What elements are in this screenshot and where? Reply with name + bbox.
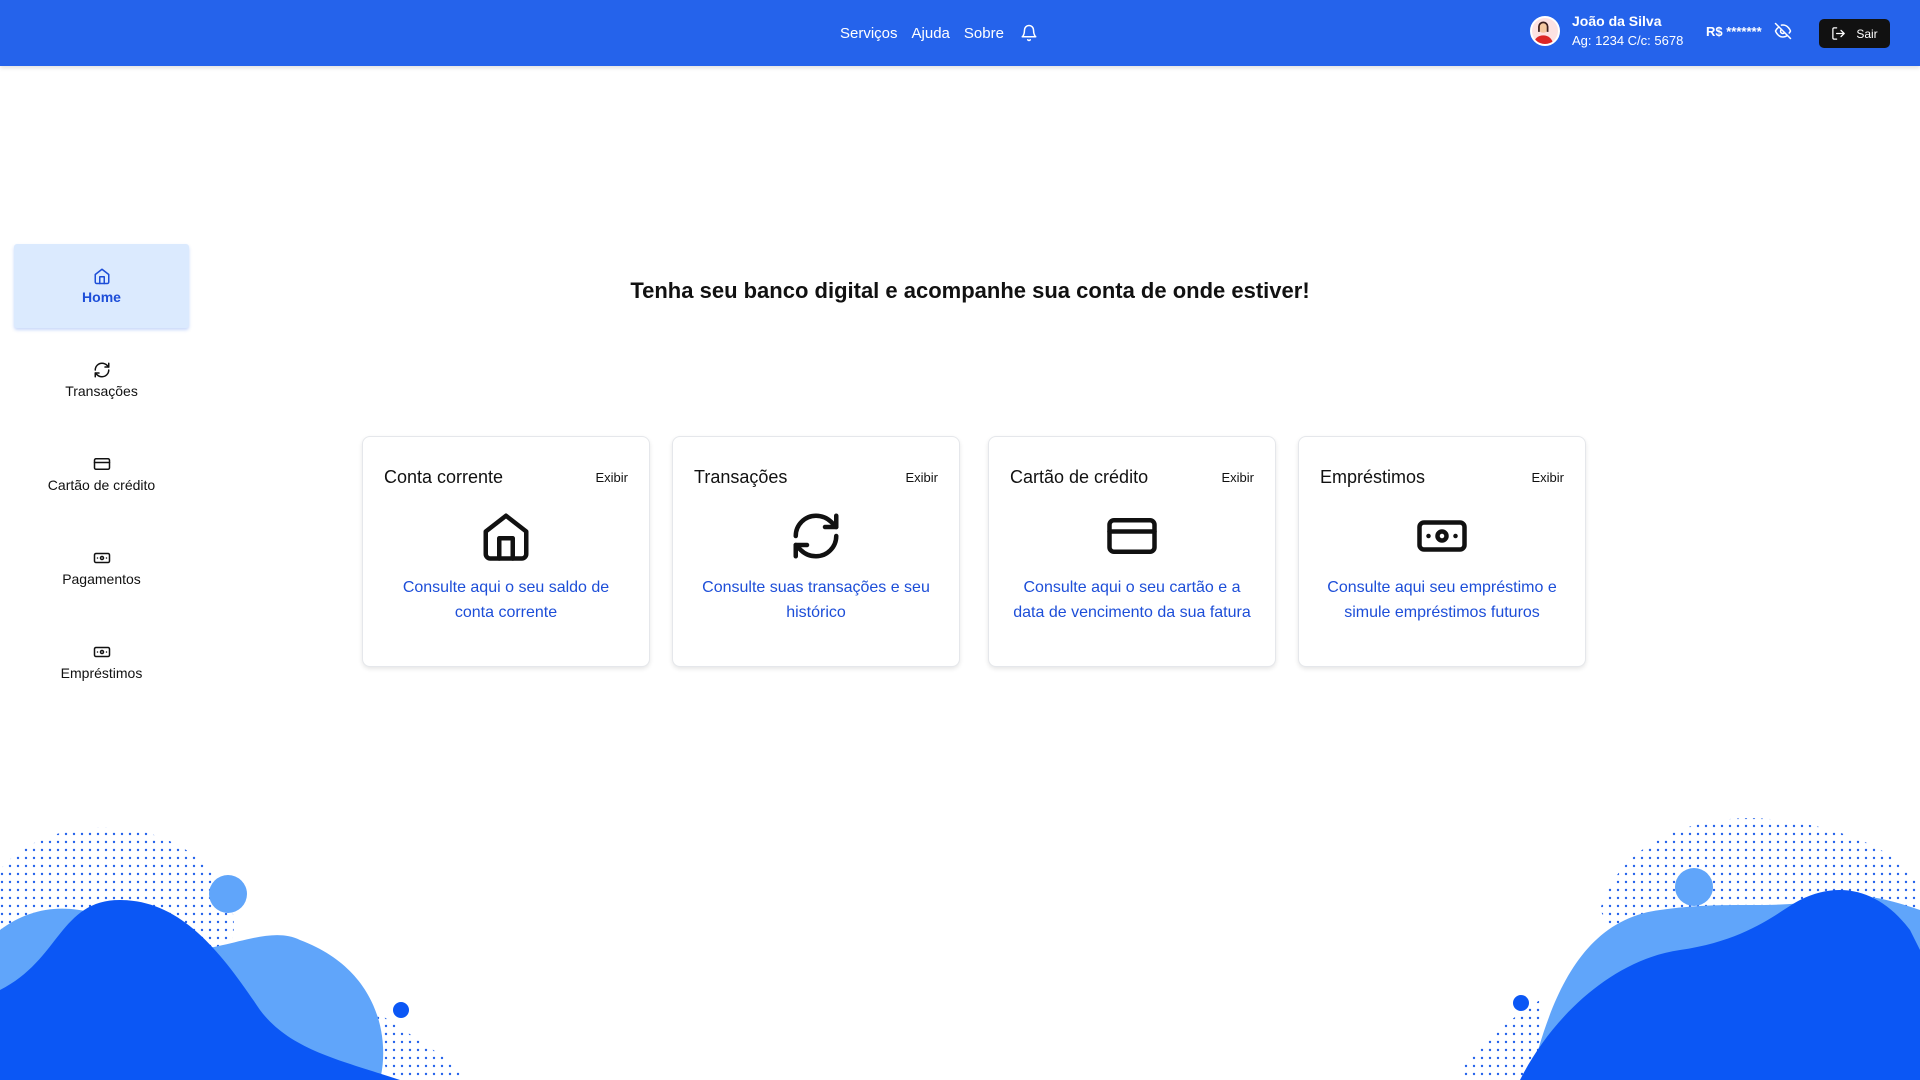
show-button[interactable]: Exibir: [595, 470, 628, 485]
card-description[interactable]: Consulte aqui seu empréstimo e simule em…: [1319, 575, 1565, 625]
banknote-icon: [93, 646, 110, 658]
nav-link-servicos[interactable]: Serviços: [840, 25, 898, 42]
balance-display: R$ *******: [1706, 22, 1792, 40]
user-name: João da Silva: [1572, 13, 1662, 29]
show-button[interactable]: Exibir: [905, 470, 938, 485]
logout-button[interactable]: Sair: [1819, 19, 1890, 48]
sidebar-item-label: Empréstimos: [60, 665, 143, 681]
card-title: Conta corrente: [384, 467, 504, 487]
credit-card-icon: [989, 509, 1275, 563]
account-number: Ag: 1234 C/c: 5678: [1572, 33, 1684, 48]
banknote-icon: [93, 552, 110, 564]
card-title: Transações: [694, 467, 788, 487]
card-emprestimos: Empréstimos Exibir Consulte aqui seu emp…: [1298, 436, 1586, 667]
decorative-waves-left: [0, 827, 470, 1080]
decorative-waves-right: [1460, 818, 1920, 1080]
page-title: Tenha seu banco digital e acompanhe sua …: [630, 278, 1310, 303]
sidebar-item-emprestimos[interactable]: Empréstimos: [14, 620, 189, 704]
show-button[interactable]: Exibir: [1221, 470, 1254, 485]
card-conta-corrente: Conta corrente Exibir Consulte aqui o se…: [362, 436, 650, 667]
main-nav: Serviços Ajuda Sobre: [840, 0, 1038, 66]
avatar[interactable]: [1530, 16, 1560, 46]
banknote-icon: [1299, 509, 1585, 563]
sidebar-item-transacoes[interactable]: Transações: [14, 338, 189, 422]
sidebar-item-pagamentos[interactable]: Pagamentos: [14, 526, 189, 610]
bell-icon[interactable]: [1020, 24, 1038, 42]
nav-link-sobre[interactable]: Sobre: [964, 25, 1004, 42]
logout-icon: [1831, 26, 1846, 41]
sidebar: Home Transações Cartão de crédito Pagame…: [14, 244, 189, 714]
nav-link-ajuda[interactable]: Ajuda: [912, 25, 950, 42]
card-cartao-credito: Cartão de crédito Exibir Consulte aqui o…: [988, 436, 1276, 667]
card-description[interactable]: Consulte suas transações e seu histórico: [693, 575, 939, 625]
sidebar-item-label: Pagamentos: [62, 571, 141, 587]
sidebar-item-cartao[interactable]: Cartão de crédito: [14, 432, 189, 516]
top-navbar: Serviços Ajuda Sobre João da Silva Ag: 1…: [0, 0, 1920, 66]
card-transacoes: Transações Exibir Consulte suas transaçõ…: [672, 436, 960, 667]
card-description[interactable]: Consulte aqui o seu saldo de conta corre…: [383, 575, 629, 625]
refresh-icon: [673, 509, 959, 563]
show-button[interactable]: Exibir: [1531, 470, 1564, 485]
user-profile: João da Silva Ag: 1234 C/c: 5678: [1530, 12, 1683, 50]
eye-off-icon[interactable]: [1774, 22, 1792, 40]
card-title: Empréstimos: [1320, 467, 1426, 487]
card-title: Cartão de crédito: [1010, 467, 1149, 487]
refresh-icon: [94, 362, 109, 378]
card-description[interactable]: Consulte aqui o seu cartão e a data de v…: [1009, 575, 1255, 625]
sidebar-item-label: Transações: [65, 383, 138, 399]
credit-card-icon: [93, 458, 110, 470]
home-icon: [363, 509, 649, 563]
logout-label: Sair: [1856, 26, 1878, 41]
balance-value: R$ *******: [1706, 23, 1762, 39]
sidebar-item-label: Cartão de crédito: [47, 477, 156, 493]
